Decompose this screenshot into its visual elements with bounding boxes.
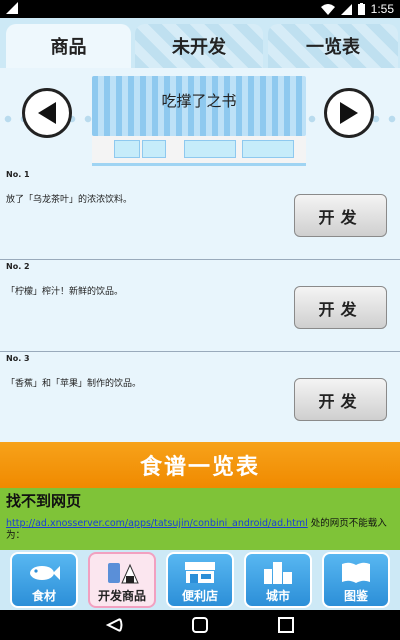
item-number: No. 2 (6, 262, 30, 271)
book-icon (342, 562, 370, 583)
fish-icon (30, 566, 60, 580)
clock: 1:55 (370, 2, 394, 16)
nav-encyclopedia[interactable]: 图鉴 (322, 552, 390, 608)
error-message: http://ad.xnosserver.com/apps/tatsujin/c… (6, 518, 396, 542)
store-window (114, 140, 140, 158)
develop-button[interactable]: 开发 (294, 194, 387, 237)
tab-list[interactable]: 一览表 (268, 24, 398, 68)
home-icon[interactable] (190, 616, 210, 634)
store-icon (185, 562, 215, 583)
store-header: 吃撑了之书 (0, 68, 400, 168)
store-window (242, 140, 294, 158)
arrow-right-icon (340, 102, 358, 124)
status-bar: 1:55 (0, 0, 400, 18)
signal-icon (340, 3, 352, 15)
item-number: No. 1 (6, 170, 30, 179)
item-description: 「柠檬」榨汁！新鲜的饮品。 (6, 287, 124, 297)
item-description: 放了「乌龙茶叶」的浓浓饮料。 (6, 195, 133, 205)
list-item: No. 3 「香蕉」和「苹果」制作的饮品。 开发 (0, 352, 400, 444)
app-screen: 商品 未开发 一览表 吃撑了之书 No. 1 放了「乌龙茶叶」的浓浓饮料。 开发… (0, 18, 400, 610)
notification-icon (6, 2, 18, 14)
nav-city[interactable]: 城市 (244, 552, 312, 608)
develop-button[interactable]: 开发 (294, 378, 387, 421)
battery-icon (357, 3, 365, 15)
store-door (142, 140, 166, 158)
arrow-left-icon (38, 102, 56, 124)
develop-button[interactable]: 开发 (294, 286, 387, 329)
nav-label: 便利店 (181, 589, 218, 603)
store-front (92, 136, 306, 166)
nav-label: 城市 (265, 589, 290, 603)
recent-apps-icon[interactable] (276, 616, 296, 634)
bottom-nav: 食材 开发商品 便利店 城市 图鉴 (0, 550, 400, 610)
wifi-icon (320, 3, 335, 15)
nav-develop-products[interactable]: 开发商品 (88, 552, 156, 608)
system-nav-bar (0, 610, 400, 640)
tab-bar: 商品 未开发 一览表 (0, 18, 400, 68)
store-window (184, 140, 236, 158)
store-illustration: 吃撑了之书 (92, 76, 306, 166)
product-list: No. 1 放了「乌龙茶叶」的浓浓饮料。 开发 No. 2 「柠檬」榨汁！新鲜的… (0, 168, 400, 444)
rice-ball-icon (108, 563, 139, 584)
nav-ingredients[interactable]: 食材 (10, 552, 78, 608)
recipe-list-button[interactable]: 食谱一览表 (0, 442, 400, 488)
nav-label: 食材 (31, 589, 56, 603)
book-title: 吃撑了之书 (161, 92, 237, 110)
tab-undeveloped[interactable]: 未开发 (135, 24, 263, 68)
ad-link[interactable]: http://ad.xnosserver.com/apps/tatsujin/c… (6, 518, 308, 529)
list-item: No. 1 放了「乌龙茶叶」的浓浓饮料。 开发 (0, 168, 400, 260)
city-icon (264, 562, 292, 584)
previous-button[interactable] (22, 88, 72, 138)
nav-label: 开发商品 (97, 589, 146, 603)
next-button[interactable] (324, 88, 374, 138)
item-number: No. 3 (6, 354, 30, 363)
list-item: No. 2 「柠檬」榨汁！新鲜的饮品。 开发 (0, 260, 400, 352)
nav-label: 图鉴 (343, 589, 368, 603)
tab-products[interactable]: 商品 (6, 24, 131, 68)
back-icon[interactable] (104, 616, 124, 634)
error-title: 找不到网页 (6, 492, 82, 510)
item-description: 「香蕉」和「苹果」制作的饮品。 (6, 379, 142, 389)
nav-convenience-store[interactable]: 便利店 (166, 552, 234, 608)
